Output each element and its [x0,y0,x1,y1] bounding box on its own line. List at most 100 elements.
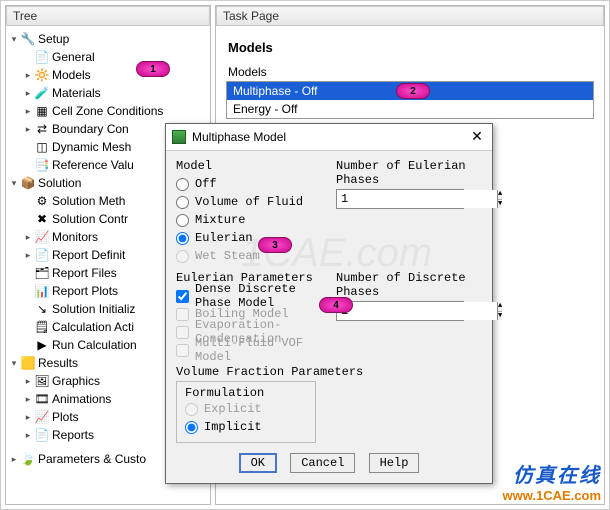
controls-icon: ✖ [34,211,50,227]
chevron-right-icon[interactable]: ▸ [22,246,34,264]
tree-label: Run Calculation [52,336,137,354]
chart-icon: 📈 [34,409,50,425]
chevron-right-icon[interactable]: ▸ [8,450,20,468]
tree-label: Materials [52,84,101,102]
eulerian-params-group: Eulerian Parameters Dense Discrete Phase… [176,271,322,359]
tree-general[interactable]: 📄 General [8,48,208,66]
note-icon: 🗒 [34,319,50,335]
tree-setup[interactable]: ▾ 🔧 Setup [8,30,208,48]
tree-label: Reports [52,426,94,444]
check-label: Multi-Fluid VOF Model [195,336,322,364]
radio-label: Explicit [204,402,262,416]
spin-up-icon[interactable]: ▲ [498,302,502,312]
chevron-right-icon[interactable]: ▸ [22,120,34,138]
eulerian-phases-spinner[interactable]: ▲▼ [336,189,464,209]
tree-label: Models [52,66,91,84]
tree-label: Report Files [52,264,117,282]
tree-materials[interactable]: ▸ 🧪 Materials [8,84,208,102]
chevron-right-icon[interactable]: ▸ [22,102,34,120]
tree-label: Cell Zone Conditions [52,102,163,120]
tree-label: Boundary Con [52,120,129,138]
discrete-phases-group: Number of Discrete Phases ▲▼ [336,271,482,359]
spin-down-icon[interactable]: ▼ [498,312,502,321]
discrete-phases-input[interactable] [337,302,497,320]
tree-cellzone[interactable]: ▸ ▦ Cell Zone Conditions [8,102,208,120]
model-group-label: Model [176,159,322,173]
multiphase-dialog: Multiphase Model ✕ Model Off Volume of F… [165,123,493,484]
tree-label: Calculation Acti [52,318,134,336]
radio-mixture[interactable]: Mixture [176,211,322,229]
eulerian-phases-group: Number of Eulerian Phases ▲▼ [336,159,482,265]
mesh-icon: ◫ [34,139,50,155]
image-icon: 🖼 [34,373,50,389]
task-title: Task Page [216,6,604,26]
spin-down-icon[interactable]: ▼ [498,200,502,209]
chevron-right-icon[interactable]: ▸ [22,228,34,246]
discrete-phases-spinner[interactable]: ▲▼ [336,301,464,321]
page-icon: 📄 [34,427,50,443]
page-icon: 📄 [34,247,50,263]
radio-implicit[interactable]: Implicit [185,418,307,436]
radio-label: Eulerian [195,231,253,245]
model-item-energy[interactable]: Energy - Off [227,100,593,118]
models-listbox[interactable]: Multiphase - Off Energy - Off [226,81,594,119]
files-icon: 🗂 [34,265,50,281]
help-button[interactable]: Help [369,453,420,473]
wrench-icon: 🔧 [20,31,36,47]
tree-label: Setup [38,30,69,48]
tree-label: Solution Meth [52,192,125,210]
init-icon: ↘ [34,301,50,317]
chevron-down-icon[interactable]: ▾ [8,174,20,192]
model-item-multiphase[interactable]: Multiphase - Off [227,82,593,100]
models-label: Models [228,65,594,79]
page-title: Models [228,40,594,55]
grid-icon: ▦ [34,103,50,119]
eulerian-phases-label: Number of Eulerian Phases [336,159,482,187]
radio-explicit: Explicit [185,400,307,418]
models-icon: 🔆 [34,67,50,83]
chevron-right-icon[interactable]: ▸ [22,84,34,102]
spin-up-icon[interactable]: ▲ [498,190,502,200]
chevron-down-icon[interactable]: ▾ [8,354,20,372]
tree-title: Tree [6,6,210,26]
radio-label: Wet Steam [195,249,260,263]
flow-icon: ⇄ [34,121,50,137]
chevron-right-icon[interactable]: ▸ [22,66,34,84]
dialog-titlebar[interactable]: Multiphase Model ✕ [166,124,492,151]
radio-vof[interactable]: Volume of Fluid [176,193,322,211]
check-ddpm[interactable]: Dense Discrete Phase Model [176,287,322,305]
tree-label: General [52,48,95,66]
radio-off[interactable]: Off [176,175,322,193]
ref-icon: 📑 [34,157,50,173]
tree-label: Results [38,354,78,372]
chevron-down-icon[interactable]: ▾ [8,30,20,48]
chart-icon: 📊 [34,283,50,299]
tree-models[interactable]: ▸ 🔆 Models [8,66,208,84]
eulerian-phases-input[interactable] [337,190,497,208]
tree-label: Parameters & Custo [38,450,146,468]
box-icon: 📦 [20,175,36,191]
cancel-button[interactable]: Cancel [290,453,355,473]
chevron-right-icon[interactable]: ▸ [22,426,34,444]
tree-label: Solution Initializ [52,300,135,318]
radio-eulerian[interactable]: Eulerian [176,229,322,247]
app-icon [172,130,186,144]
ok-button[interactable]: OK [239,453,277,473]
chevron-right-icon[interactable]: ▸ [22,372,34,390]
tree-label: Report Plots [52,282,118,300]
tree-label: Reference Valu [52,156,134,174]
tree-label: Animations [52,390,111,408]
close-icon[interactable]: ✕ [468,128,486,146]
tree-label: Solution Contr [52,210,128,228]
discrete-phases-label: Number of Discrete Phases [336,271,482,299]
radio-label: Implicit [204,420,262,434]
radio-label: Off [195,177,217,191]
model-group: Model Off Volume of Fluid Mixture Euleri… [176,159,322,265]
chevron-right-icon[interactable]: ▸ [22,390,34,408]
tree-label: Monitors [52,228,98,246]
radio-label: Volume of Fluid [195,195,303,209]
chevron-right-icon[interactable]: ▸ [22,408,34,426]
vfp-label: Volume Fraction Parameters [176,365,482,379]
tree-label: Report Definit [52,246,125,264]
gear-icon: ⚙ [34,193,50,209]
